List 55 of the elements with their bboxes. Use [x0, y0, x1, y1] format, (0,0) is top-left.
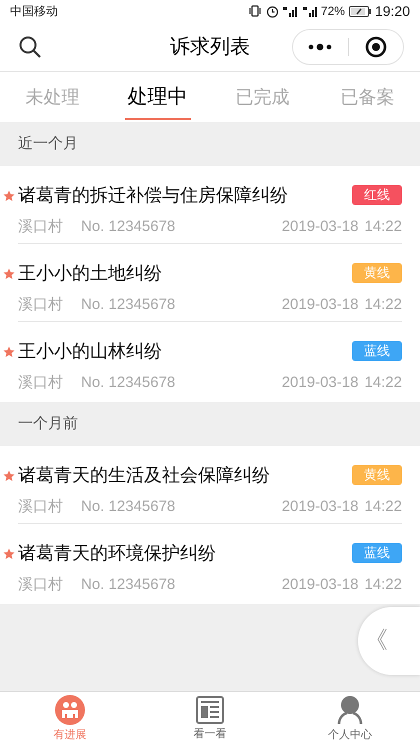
- people-icon: [55, 695, 85, 726]
- tab-bar-item[interactable]: 有进展: [0, 692, 140, 747]
- village-name: 溪口村: [18, 217, 64, 237]
- page-title: 诉求列表: [170, 34, 250, 60]
- line-tag: 黄线: [352, 465, 402, 485]
- line-tag: 红线: [352, 185, 402, 205]
- date-text: 2019-03-18: [282, 497, 358, 517]
- date-text: 2019-03-18: [282, 575, 358, 595]
- item-title: 王小小的土地纠纷: [18, 262, 163, 285]
- battery-percent: 72%: [320, 3, 345, 20]
- line-tag: 蓝线: [352, 543, 402, 563]
- time-text: 14:22: [364, 217, 402, 237]
- person-icon: [337, 695, 363, 726]
- search-icon: [18, 34, 42, 58]
- tab[interactable]: 已完成: [210, 72, 315, 122]
- time-text: 14:22: [364, 575, 402, 595]
- time-text: 14:22: [364, 373, 402, 393]
- section-heading: 近一个月: [18, 134, 78, 154]
- time-text: 14:22: [364, 295, 402, 315]
- signal-icon: [282, 5, 299, 17]
- line-tag: 黄线: [352, 263, 402, 283]
- village-name: 溪口村: [18, 373, 64, 393]
- tab[interactable]: 未处理: [0, 72, 105, 122]
- village-name: 溪口村: [18, 575, 64, 595]
- more-icon[interactable]: [308, 42, 332, 50]
- vibrate-icon: [248, 5, 262, 17]
- carrier-name: 中国移动: [10, 3, 58, 20]
- tab[interactable]: 处理中: [105, 72, 210, 122]
- signal-icon: [302, 5, 319, 17]
- item-title: 诸葛青天的生活及社会保障纠纷: [18, 464, 271, 487]
- case-number: No. 12345678: [81, 217, 176, 237]
- case-number: No. 12345678: [81, 373, 176, 393]
- newspaper-icon: [196, 696, 224, 724]
- section-heading: 一个月前: [18, 414, 78, 434]
- alarm-icon: [266, 4, 279, 18]
- collapse-button[interactable]: 《: [358, 607, 420, 675]
- date-text: 2019-03-18: [282, 217, 358, 237]
- item-title: 诸葛青的拆迁补偿与住房保障纠纷: [18, 184, 289, 207]
- case-number: No. 12345678: [81, 295, 176, 315]
- case-number: No. 12345678: [81, 575, 176, 595]
- tab-bar-item[interactable]: 个人中心: [280, 692, 420, 747]
- tab[interactable]: 已备案: [315, 72, 420, 122]
- battery-icon: [348, 6, 371, 16]
- village-name: 溪口村: [18, 295, 64, 315]
- village-name: 溪口村: [18, 497, 64, 517]
- time-text: 14:22: [364, 497, 402, 517]
- date-text: 2019-03-18: [282, 295, 358, 315]
- item-title: 王小小的山林纠纷: [18, 340, 163, 363]
- date-text: 2019-03-18: [282, 373, 358, 393]
- clock-time: 19:20: [374, 2, 410, 20]
- line-tag: 蓝线: [352, 341, 402, 361]
- tab-bar-item[interactable]: 看一看: [140, 692, 280, 747]
- item-title: 诸葛青天的环境保护纠纷: [18, 542, 217, 565]
- case-number: No. 12345678: [81, 497, 176, 517]
- close-icon[interactable]: [364, 36, 387, 58]
